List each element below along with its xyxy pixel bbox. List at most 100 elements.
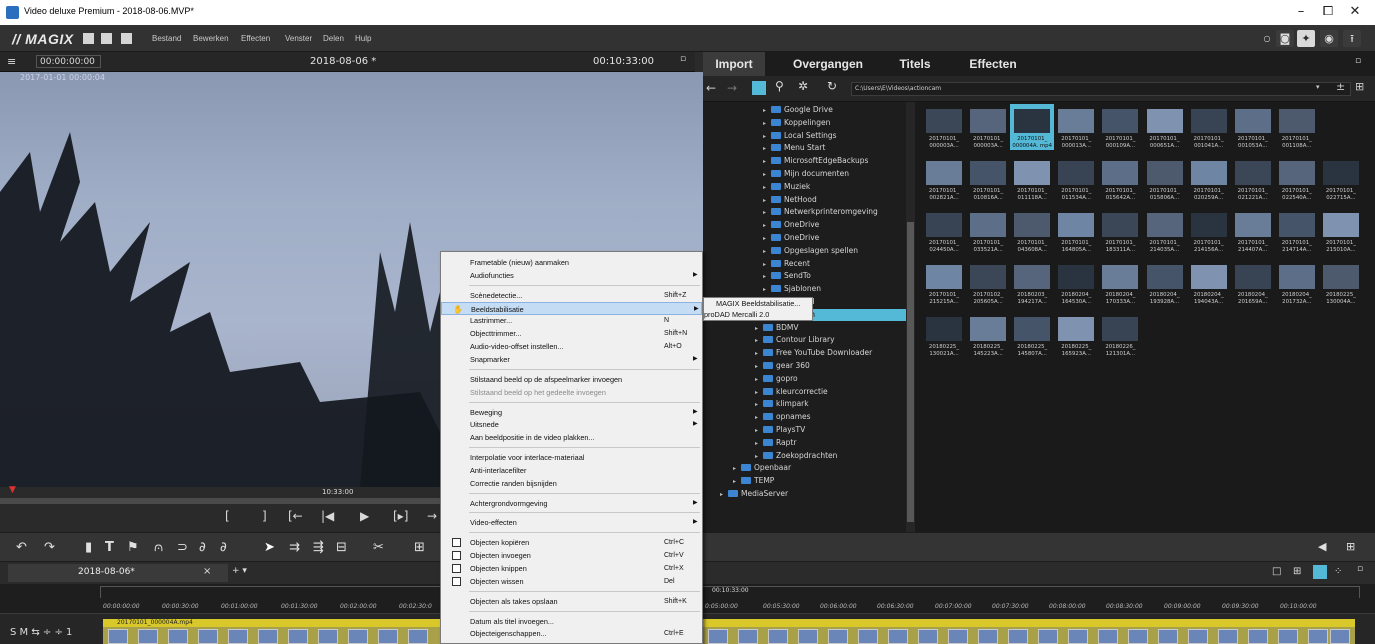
- media-thumbnail[interactable]: 20170101_ 015806A...: [1143, 156, 1187, 202]
- media-thumbnail[interactable]: 20170101_ 001041A...: [1187, 104, 1231, 150]
- context-menu-item[interactable]: Objecten invoegen Ctrl+V: [441, 549, 702, 562]
- tree-folder-item[interactable]: ▸ Google Drive: [763, 104, 833, 116]
- forward-arrow-icon[interactable]: →: [727, 81, 737, 95]
- path-input[interactable]: C:\Users\E\Videos\actioncam: [851, 82, 1351, 96]
- menu-delen[interactable]: Delen: [323, 34, 344, 43]
- expand-arrow-icon[interactable]: ▸: [763, 246, 771, 258]
- storyboard-view-icon[interactable]: □: [1272, 566, 1281, 577]
- tree-folder-item[interactable]: ▸ Openbaar: [733, 462, 791, 474]
- media-thumbnail[interactable]: 20170101_ 164805A...: [1054, 208, 1098, 254]
- tree-folder-item[interactable]: ▸ Recent: [763, 258, 810, 270]
- context-menu-item[interactable]: Objecten knippen Ctrl+X: [441, 562, 702, 575]
- media-thumbnail[interactable]: 20170101_ 000013A...: [1054, 104, 1098, 150]
- tree-folder-item[interactable]: ▸ MediaServer: [720, 488, 788, 500]
- expand-arrow-icon[interactable]: ▸: [763, 105, 771, 117]
- timeline-view-icon[interactable]: [1313, 565, 1327, 579]
- title-tool-icon[interactable]: T: [105, 540, 114, 555]
- settings-icon[interactable]: ✲: [798, 79, 808, 93]
- audio-tool-icon[interactable]: ⩀: [154, 540, 163, 555]
- track-select-icon[interactable]: ⇶: [313, 540, 324, 555]
- mixer-icon[interactable]: ⊞: [1346, 540, 1355, 553]
- context-menu-item[interactable]: Interpolatie voor interlace-materiaal: [441, 451, 702, 464]
- razor-icon[interactable]: ✂: [373, 540, 384, 555]
- media-thumbnail[interactable]: 20170101_ 215215A...: [922, 260, 966, 306]
- tree-scrollbar[interactable]: [906, 102, 915, 532]
- media-thumbnail[interactable]: 20170101_ 214407A...: [1231, 208, 1275, 254]
- context-menu-item[interactable]: Objecttrimmer... Shift+N: [441, 327, 702, 340]
- grid-view-icon[interactable]: ⊞: [1355, 80, 1364, 93]
- context-menu-item[interactable]: Stilstaand beeld op de afspeelmarker inv…: [441, 373, 702, 386]
- context-menu-item[interactable]: Lastrimmer... N: [441, 314, 702, 327]
- expand-arrow-icon[interactable]: ▸: [763, 271, 771, 283]
- expand-arrow-icon[interactable]: ▸: [755, 425, 763, 437]
- menu-venster[interactable]: Venster: [285, 34, 312, 43]
- magnet-icon[interactable]: ⊃: [177, 540, 188, 555]
- submenu-mercalli[interactable]: proDAD Mercalli 2.0: [704, 309, 769, 321]
- range-select-icon[interactable]: ⇉: [289, 540, 300, 555]
- context-menu-item[interactable]: ✋ Beeldstabilisatie ▶: [441, 301, 702, 315]
- expand-arrow-icon[interactable]: ▸: [763, 259, 771, 271]
- status-dot-icon[interactable]: ○: [1258, 30, 1276, 47]
- play-position-marker-icon[interactable]: ▼: [9, 485, 16, 495]
- context-menu-item[interactable]: Datum als titel invoegen...: [441, 615, 702, 628]
- timecode-display[interactable]: 00:00:00:00: [36, 55, 101, 68]
- expand-arrow-icon[interactable]: ▸: [733, 463, 741, 475]
- tree-folder-item[interactable]: ▸ Netwerkprinteromgeving: [763, 206, 878, 218]
- media-thumbnail[interactable]: 20180225_ 145807A...: [1010, 312, 1054, 358]
- tree-folder-item[interactable]: ▸ Sjablonen: [763, 283, 821, 295]
- save-icon[interactable]: [121, 33, 132, 44]
- media-thumbnail[interactable]: 20180204_ 194043A...: [1187, 260, 1231, 306]
- go-to-in-button[interactable]: [←: [288, 509, 303, 523]
- media-thumbnail[interactable]: 20170101_ 020259A...: [1187, 156, 1231, 202]
- tab-effecten[interactable]: Effecten: [959, 52, 1027, 76]
- play-button[interactable]: ▶: [360, 509, 369, 523]
- media-thumbnail[interactable]: 20180225_ 130004A...: [1319, 260, 1363, 306]
- media-thumbnail[interactable]: 20170101_ 183311A...: [1098, 208, 1142, 254]
- panel-maximize-icon[interactable]: ▫: [1355, 56, 1361, 66]
- next-button[interactable]: →: [427, 509, 437, 523]
- media-thumbnail[interactable]: 20180225_ 145223A...: [966, 312, 1010, 358]
- expand-arrow-icon[interactable]: ▸: [755, 323, 763, 335]
- tree-folder-item[interactable]: ▸ OneDrive: [763, 219, 819, 231]
- tree-folder-item[interactable]: ▸ NetHood: [763, 194, 817, 206]
- context-menu-item[interactable]: Beweging ▶: [441, 406, 702, 419]
- previous-button[interactable]: |◀: [321, 509, 334, 523]
- expand-arrow-icon[interactable]: ▸: [763, 143, 771, 155]
- media-thumbnail[interactable]: 20170101_ 214035A...: [1143, 208, 1187, 254]
- media-thumbnail[interactable]: 20170101_ 215010A...: [1319, 208, 1363, 254]
- open-folder-icon[interactable]: [101, 33, 112, 44]
- sort-icon[interactable]: ±: [1336, 80, 1345, 93]
- close-button[interactable]: ✕: [1342, 3, 1368, 21]
- media-thumbnail[interactable]: 20170101_ 011118A...: [1010, 156, 1054, 202]
- context-menu-item[interactable]: Video-effecten ▶: [441, 516, 702, 529]
- context-menu-item[interactable]: Aan beeldpositie in de video plakken...: [441, 431, 702, 444]
- expand-arrow-icon[interactable]: ▸: [755, 451, 763, 463]
- media-thumbnail[interactable]: 20180203_ 194217A...: [1010, 260, 1054, 306]
- media-thumbnail[interactable]: 20170101_ 033521A...: [966, 208, 1010, 254]
- new-file-icon[interactable]: [83, 33, 94, 44]
- hamburger-menu-icon[interactable]: ≡: [7, 55, 16, 68]
- tree-scroll-thumb[interactable]: [907, 222, 914, 522]
- tree-folder-item[interactable]: ▸ Contour Library: [755, 334, 835, 346]
- context-menu-item[interactable]: Achtergrondvormgeving ▶: [441, 497, 702, 510]
- play-range-button[interactable]: [▸]: [393, 509, 408, 523]
- context-menu-item[interactable]: Snapmarker ▶: [441, 353, 702, 366]
- media-thumbnail[interactable]: 20170101_ 015642A...: [1098, 156, 1142, 202]
- tree-folder-item[interactable]: ▸ TEMP: [733, 475, 774, 487]
- upload-icon[interactable]: ⭱: [1343, 30, 1361, 47]
- trash-icon[interactable]: ▮: [85, 540, 92, 555]
- refresh-icon[interactable]: ↻: [827, 79, 837, 93]
- expand-arrow-icon[interactable]: ▸: [763, 233, 771, 245]
- context-menu-item[interactable]: Audio-video-offset instellen... Alt+O: [441, 340, 702, 353]
- expand-arrow-icon[interactable]: ▸: [763, 207, 771, 219]
- tree-folder-item[interactable]: ▸ gopro: [755, 373, 798, 385]
- media-thumbnail[interactable]: 20170101_ 002821A...: [922, 156, 966, 202]
- menu-bestand[interactable]: Bestand: [152, 34, 181, 43]
- expand-arrow-icon[interactable]: ▸: [755, 399, 763, 411]
- media-thumbnail[interactable]: 20170101_ 001053A...: [1231, 104, 1275, 150]
- path-dropdown-icon[interactable]: ▾: [1316, 83, 1320, 91]
- expand-arrow-icon[interactable]: ▸: [733, 476, 741, 488]
- tab-import[interactable]: Import: [703, 52, 765, 76]
- tree-folder-item[interactable]: ▸ Mijn documenten: [763, 168, 849, 180]
- context-menu-item[interactable]: Audiofuncties ▶: [441, 269, 702, 282]
